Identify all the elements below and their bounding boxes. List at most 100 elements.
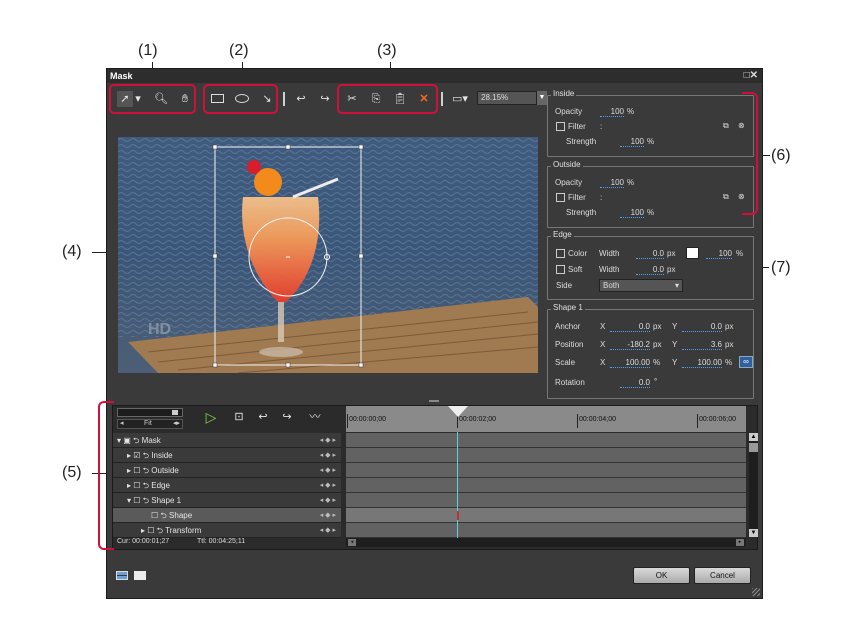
scale-x-value[interactable]: 100.00	[610, 358, 650, 368]
anchor-y-unit: px	[725, 322, 734, 331]
anchor-y-value[interactable]: 0.0	[682, 322, 722, 332]
ruler-label: 00:00:02;00	[459, 416, 496, 423]
add-keyframe-icon[interactable]: ⊡	[231, 409, 247, 425]
zoom-field[interactable]: 28.15%	[477, 91, 537, 105]
ruler-tick	[577, 414, 578, 428]
shape1-label: Shape 1	[551, 303, 585, 312]
edge-color-checkbox[interactable]	[556, 249, 565, 258]
rotation-value[interactable]: 0.0	[620, 378, 650, 388]
layout-toggle-icon[interactable]	[116, 571, 128, 580]
total-time: Ttl: 00:04:25;11	[197, 538, 246, 545]
edge-color-opacity-pct: %	[736, 249, 744, 258]
callout-6: (6)	[771, 147, 791, 164]
scale-y-unit: %	[725, 358, 733, 367]
edge-soft-label: Soft	[568, 265, 583, 274]
anchor-x-value[interactable]: 0.0	[610, 322, 650, 332]
lane-transform[interactable]	[346, 523, 746, 538]
position-x-value[interactable]: -180.2	[610, 340, 650, 350]
undo-icon[interactable]: ↩	[293, 91, 309, 107]
track-row-transform[interactable]: ▸ ☐ ⮌ Transform ◂ ◆ ▸	[113, 523, 341, 538]
prev-keyframe-icon[interactable]: ↩	[255, 409, 271, 425]
keyframe-marker[interactable]	[457, 511, 459, 520]
anchor-x-unit: px	[653, 322, 662, 331]
position-y-label: Y	[672, 340, 678, 349]
lane-shape1[interactable]	[346, 493, 746, 508]
mask-dialog: Mask □✕ ➚ ▾ 🔍︎ ✋︎ ↘ ↩ ↪ ✂ ⎘ 📋︎ ✕ ▭▾ 28.1…	[106, 68, 763, 599]
ok-button[interactable]: OK	[633, 567, 690, 584]
anchor-x-label: X	[600, 322, 606, 331]
preview-canvas[interactable]: HD	[118, 137, 538, 373]
rotation-label: Rotation	[555, 378, 585, 387]
inside-filter-settings-icon[interactable]: ⧉	[723, 121, 729, 131]
inside-label: Inside	[551, 89, 577, 98]
ruler-label: 00:00:04;00	[579, 416, 616, 423]
timeline-zoom-slider[interactable]	[117, 408, 183, 417]
edge-color-swatch[interactable]	[686, 247, 699, 259]
vertical-scrollbar[interactable]: ▲ ▼	[749, 433, 758, 537]
link-scale-icon[interactable]: ∞	[739, 356, 753, 368]
timeline-ruler[interactable]: 00:00:00;00 00:00:02;00 00:00:04;00 00:0…	[346, 406, 746, 432]
inside-strength-value[interactable]: 100	[620, 137, 644, 147]
inside-strength-pct: %	[647, 137, 655, 146]
lane-edge[interactable]	[346, 478, 746, 493]
preview-image: HD	[118, 137, 538, 373]
ruler-tick	[347, 414, 348, 428]
outside-strength-label: Strength	[566, 208, 597, 217]
fit-control[interactable]: ◂ Fit ◂▸	[117, 419, 183, 429]
edge-side-select[interactable]: Both ▾	[599, 279, 683, 292]
resize-grip-icon[interactable]	[752, 588, 760, 596]
properties-panel: Inside Opacity 100 % Filter : ⧉ ⊗ Streng…	[543, 83, 763, 403]
cancel-button[interactable]: Cancel	[694, 567, 751, 584]
edge-color-width-value[interactable]: 0.0	[636, 249, 664, 259]
redo-icon[interactable]: ↪	[317, 91, 333, 107]
ruler-label: 00:00:00;00	[349, 416, 386, 423]
track-row-inside[interactable]: ▸ ☑ ⮌ Inside ◂ ◆ ▸	[113, 448, 341, 463]
inside-filter-colon: :	[600, 122, 603, 131]
horizontal-scrollbar[interactable]: ◂ ▸	[346, 538, 746, 547]
view-icon[interactable]: ▭▾	[450, 91, 470, 107]
outside-strength-value[interactable]: 100	[620, 208, 644, 218]
track-row-outside[interactable]: ▸ ☐ ⮌ Outside ◂ ◆ ▸	[113, 463, 341, 478]
splitter-handle[interactable]	[429, 400, 439, 402]
inside-strength-label: Strength	[566, 137, 597, 146]
next-keyframe-icon[interactable]: ↪	[279, 409, 295, 425]
anchor-y-label: Y	[672, 322, 678, 331]
rotation-unit: °	[654, 377, 658, 386]
layout-single-icon[interactable]	[134, 571, 146, 580]
outside-filter-checkbox[interactable]	[556, 193, 565, 202]
outside-strength-pct: %	[647, 208, 655, 217]
callout-5: (5)	[62, 464, 82, 481]
scale-y-value[interactable]: 100.00	[682, 358, 722, 368]
outside-label: Outside	[551, 160, 583, 169]
callout-4: (4)	[62, 243, 82, 260]
shape1-group: Shape 1 Anchor X 0.0 px Y 0.0 px Positio…	[547, 303, 754, 399]
edge-color-label: Color	[568, 249, 588, 258]
callout-1: (1)	[138, 42, 158, 59]
position-y-value[interactable]: 3.6	[682, 340, 722, 350]
track-row-shape1[interactable]: ▾ ☐ ⮌ Shape 1 ◂ ◆ ▸	[113, 493, 341, 508]
inside-opacity-label: Opacity	[555, 107, 583, 116]
edge-soft-width-value[interactable]: 0.0	[636, 265, 664, 275]
lane-inside[interactable]	[346, 448, 746, 463]
inside-filter-checkbox[interactable]	[556, 122, 565, 131]
window-controls[interactable]: □✕	[744, 69, 758, 83]
curve-icon[interactable]: 〰	[307, 409, 323, 425]
track-row-edge[interactable]: ▸ ☐ ⮌ Edge ◂ ◆ ▸	[113, 478, 341, 493]
edge-color-opacity[interactable]: 100	[706, 249, 732, 259]
edge-soft-checkbox[interactable]	[556, 265, 565, 274]
track-row-shape[interactable]: ☐ ⮌ Shape ◂ ◆ ▸	[113, 508, 341, 523]
edge-group: Edge Color Width 0.0 px 100 % Soft Width…	[547, 230, 754, 300]
inside-opacity-value[interactable]: 100	[600, 107, 624, 117]
lane-mask[interactable]	[346, 433, 746, 448]
track-row-mask[interactable]: ▾ ▣ ⮌ Mask ◂ ◆ ▸	[113, 433, 341, 448]
playhead-icon[interactable]	[448, 406, 468, 417]
outside-opacity-value[interactable]: 100	[600, 178, 624, 188]
lane-outside[interactable]	[346, 463, 746, 478]
inside-filter-label: Filter	[568, 122, 586, 131]
outside-group: Outside Opacity 100 % Filter : ⧉ ⊗ Stren…	[547, 160, 754, 228]
lane-shape[interactable]	[346, 508, 746, 523]
highlight-1	[109, 84, 196, 114]
outside-filter-settings-icon[interactable]: ⧉	[723, 192, 729, 202]
play-icon[interactable]: ▷	[203, 409, 219, 425]
scale-x-unit: %	[653, 358, 661, 367]
